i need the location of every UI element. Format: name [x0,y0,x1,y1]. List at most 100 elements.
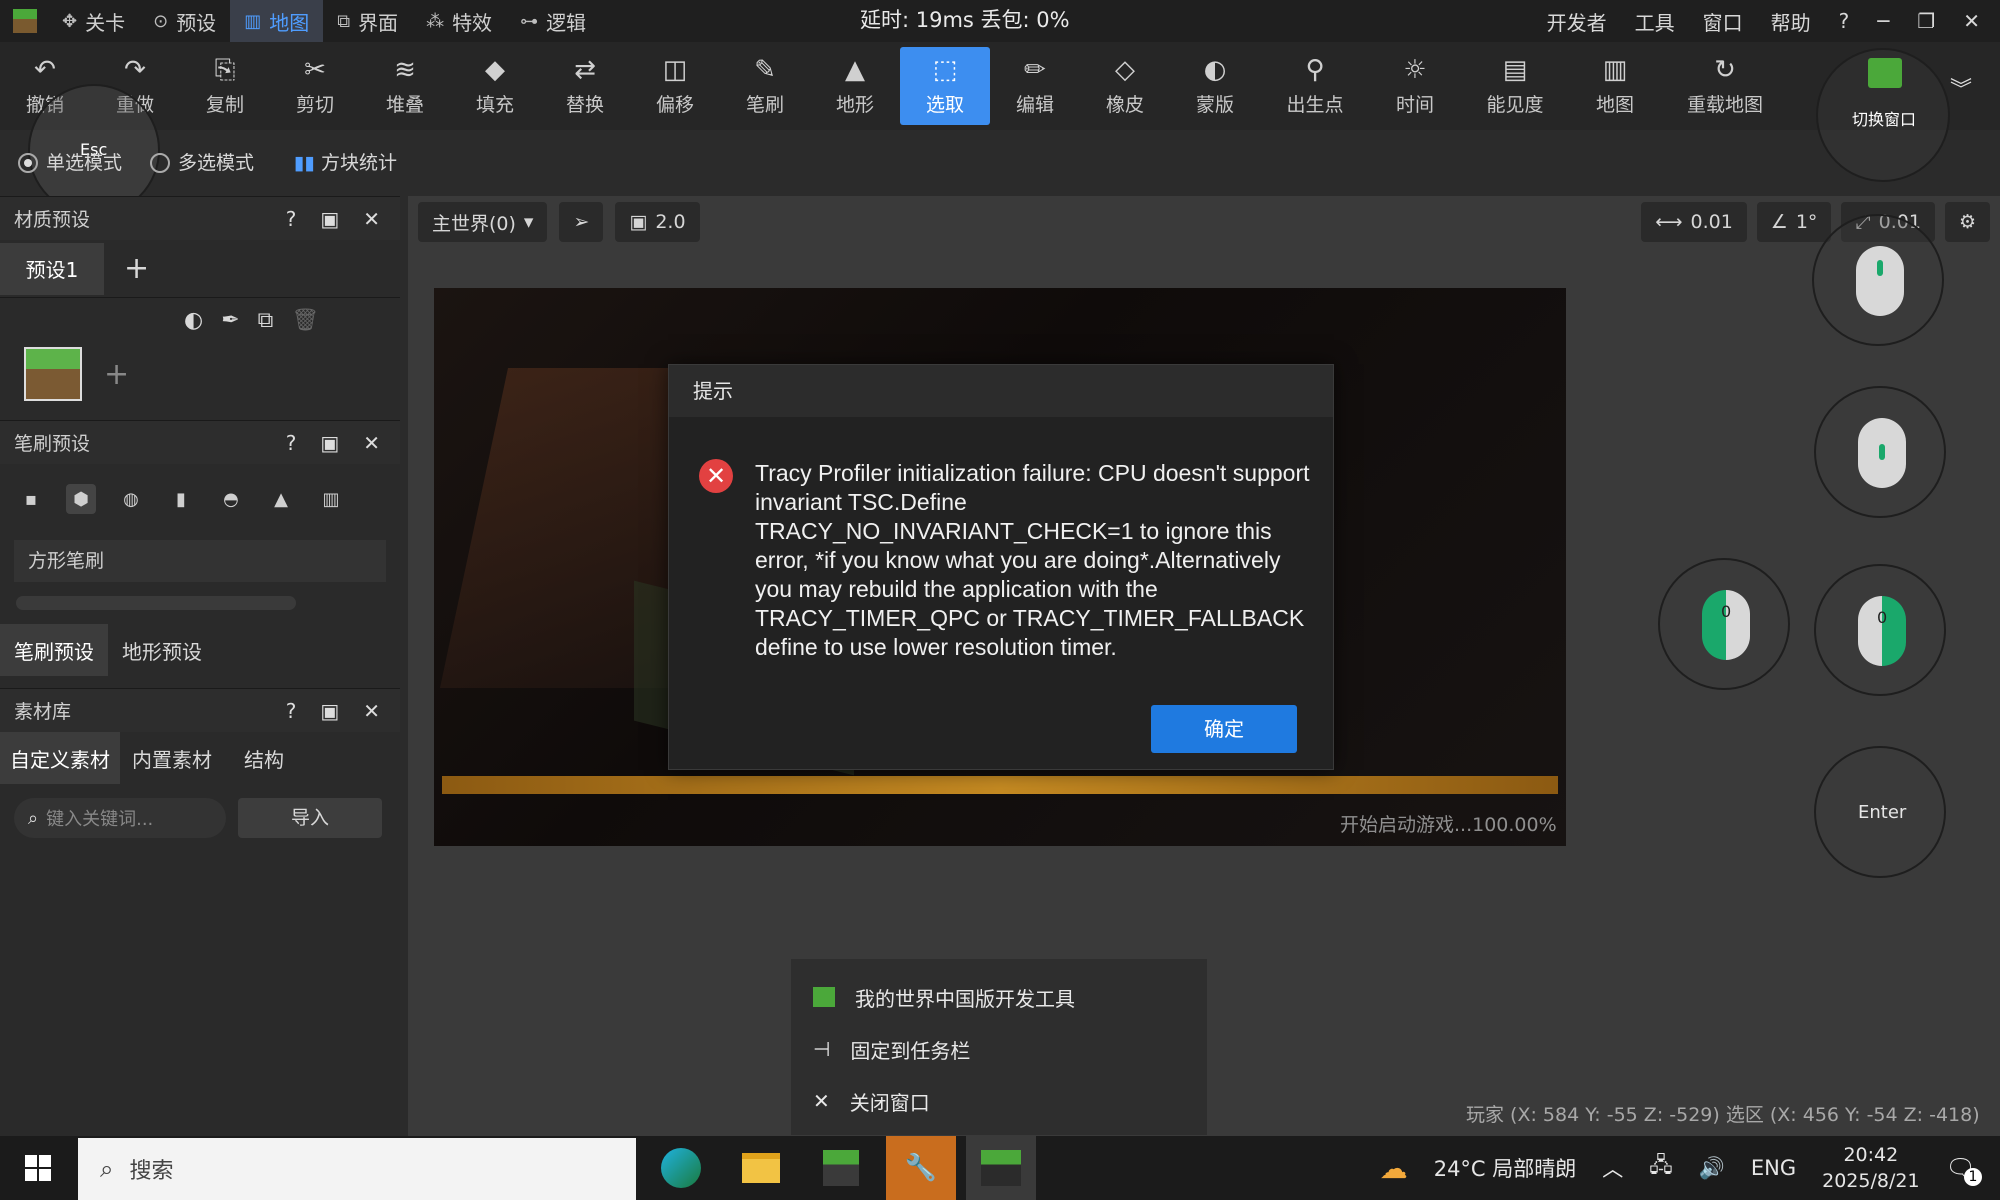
trash-icon[interactable]: 🗑 [291,308,319,333]
tool-cut[interactable]: ✂ 剪切 [270,42,360,130]
menu-tools[interactable]: 工具 [1635,7,1675,36]
tool-eraser[interactable]: ◇ 橡皮 [1080,42,1170,130]
cylinder-brush-icon[interactable]: ▮ [166,484,196,514]
menu-developer[interactable]: 开发者 [1547,7,1607,36]
help-icon[interactable]: ? [286,431,297,455]
tool-terrain[interactable]: ▲ 地形 [810,42,900,130]
weather-text[interactable]: 24°C 局部晴朗 [1434,1153,1577,1183]
close-window[interactable]: ✕ 关闭窗口 [791,1075,1207,1127]
contrast-icon[interactable]: ◐ [184,308,203,333]
close-icon[interactable]: ✕ [363,431,380,455]
weather-icon[interactable]: ☁ [1380,1152,1408,1185]
camera-speed[interactable]: ▣ 2.0 [615,202,700,242]
tool-map[interactable]: ▥ 地图 [1570,42,1660,130]
tool-edit[interactable]: ✏ 编辑 [990,42,1080,130]
angle-snap[interactable]: ∠ 1° [1756,202,1832,242]
menu-window[interactable]: 窗口 [1703,7,1743,36]
eyedropper-icon[interactable]: ✒ [221,308,239,333]
maximize-icon[interactable]: ▣ [320,431,339,455]
redo-icon: ↷ [124,54,146,85]
brush-name-field[interactable]: 方形笔刷 [14,540,386,582]
tool-visibility[interactable]: ▤ 能见度 [1460,42,1570,130]
tab-custom-assets[interactable]: 自定义素材 [0,732,120,784]
maximize-icon[interactable]: ▣ [320,207,339,231]
expand-toolbar-icon[interactable]: ︾ [1950,72,1972,104]
add-material-icon[interactable]: + [104,357,129,392]
minecraft-app-icon[interactable] [806,1136,876,1200]
close-icon[interactable]: ✕ [363,699,380,723]
add-preset-icon[interactable]: + [104,243,169,295]
tab-structures[interactable]: 结构 [224,732,304,784]
cube-brush-icon[interactable]: ⬢ [66,484,96,514]
enter-key-button[interactable]: Enter [1814,746,1946,878]
pin-to-taskbar[interactable]: ⊣ 固定到任务栏 [791,1023,1207,1075]
world-dropdown[interactable]: 主世界(0) ▾ [418,202,548,242]
hemisphere-brush-icon[interactable]: ◓ [216,484,246,514]
cone-brush-icon[interactable]: ▲ [266,484,296,514]
switch-window-button[interactable]: 切换窗口 [1816,48,1950,182]
asset-search-input[interactable]: ⌕ 键入关键词... [14,798,226,838]
clock[interactable]: 20:42 2025/8/21 [1822,1142,1919,1194]
multi-select-radio[interactable]: 多选模式 [150,148,254,175]
tab-builtin-assets[interactable]: 内置素材 [120,732,224,784]
brush-scrollbar[interactable] [16,596,296,610]
tool-spawn-point[interactable]: ⚲ 出生点 [1260,42,1370,130]
close-icon[interactable]: ✕ [1963,9,1980,33]
jump-list-app[interactable]: 我的世界中国版开发工具 [791,971,1207,1023]
show-hidden-icons[interactable]: ︿ [1602,1153,1623,1183]
taskbar-search[interactable]: ⌕ 搜索 [78,1138,636,1200]
mouse-right-control[interactable]: 0 [1814,564,1946,696]
mouse-wheel-control[interactable] [1812,214,1944,346]
single-select-radio[interactable]: 单选模式 [18,148,122,175]
sphere-brush-icon[interactable]: ◍ [116,484,146,514]
help-icon[interactable]: ? [286,699,297,723]
maximize-icon[interactable]: ▣ [320,699,339,723]
tool-brush[interactable]: ✎ 笔刷 [720,42,810,130]
network-icon[interactable]: 🖧 [1649,1151,1672,1186]
volume-icon[interactable]: 🔊 [1699,1156,1725,1181]
move-snap[interactable]: ⟷ 0.01 [1641,202,1747,242]
duplicate-icon[interactable]: ⧉ [258,308,274,333]
menu-tab-preset[interactable]: ⊙ 预设 [139,0,230,42]
help-icon[interactable]: ? [1839,9,1850,33]
tab-terrain-preset[interactable]: 地形预设 [108,624,216,676]
ok-button[interactable]: 确定 [1151,705,1297,753]
tool-select[interactable]: ⬚ 选取 [900,47,990,125]
menu-tab-map[interactable]: ▥ 地图 [230,0,324,42]
menu-help[interactable]: 帮助 [1771,7,1811,36]
restore-icon[interactable]: ❐ [1917,9,1935,33]
tool-stack[interactable]: ≋ 堆叠 [360,42,450,130]
notification-icon[interactable]: 🗨 1 [1946,1154,1982,1186]
language-indicator[interactable]: ENG [1751,1156,1796,1180]
tool-fill[interactable]: ◆ 填充 [450,42,540,130]
grass-block-thumbnail[interactable] [24,347,82,401]
tool-reload-map[interactable]: ↻ 重载地图 [1660,42,1790,130]
viewport-settings[interactable]: ⚙ [1944,202,1990,242]
file-explorer-icon[interactable] [726,1136,796,1200]
menu-tab-logic[interactable]: ⊶ 逻辑 [506,0,600,42]
tool-time[interactable]: ☼ 时间 [1370,42,1460,130]
menu-tab-level[interactable]: ✥ 关卡 [48,0,139,42]
block-stats-button[interactable]: ▮▮ 方块统计 [294,148,397,175]
tool-replace[interactable]: ⇄ 替换 [540,42,630,130]
menu-tab-effects[interactable]: ⁂ 特效 [412,0,506,42]
help-icon[interactable]: ? [286,207,297,231]
point-brush-icon[interactable]: ▪ [16,484,46,514]
tool-mask[interactable]: ◐ 蒙版 [1170,42,1260,130]
menu-tab-interface[interactable]: ⧉ 界面 [323,0,412,42]
tool-offset[interactable]: ◫ 偏移 [630,42,720,130]
mouse-middle-control[interactable] [1814,386,1946,518]
tab-preset-1[interactable]: 预设1 [0,242,104,295]
start-button[interactable] [0,1136,76,1200]
close-icon[interactable]: ✕ [363,207,380,231]
edge-browser-icon[interactable] [646,1136,716,1200]
mouse-left-control[interactable]: 0 [1658,558,1790,690]
tab-brush-preset[interactable]: 笔刷预设 [0,624,108,676]
minecraft-editor-icon[interactable] [966,1136,1036,1200]
column-brush-icon[interactable]: ▥ [316,484,346,514]
wrench-tool-icon[interactable]: 🔧 [886,1136,956,1200]
navigate-button[interactable]: ➢ [559,202,604,242]
minimize-icon[interactable]: ─ [1877,9,1889,33]
import-button[interactable]: 导入 [238,798,382,838]
tool-copy[interactable]: ⎘ 复制 [180,42,270,130]
